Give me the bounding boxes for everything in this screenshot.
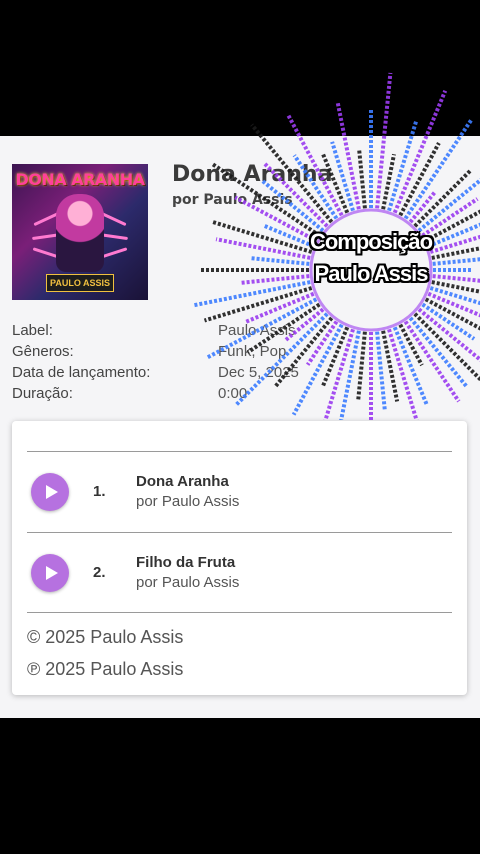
- divider: [27, 451, 452, 452]
- meta-value: 0:00: [218, 385, 248, 402]
- divider: [27, 532, 452, 533]
- album-metadata: Label: Paulo Assis Gêneros: Funk, Pop Da…: [12, 322, 312, 406]
- track-number: 1.: [93, 483, 106, 500]
- meta-row-duration: Duração: 0:00: [12, 385, 312, 406]
- cover-figure: [56, 194, 104, 272]
- meta-value: Dec 5, 2025: [218, 364, 299, 381]
- track-number: 2.: [93, 564, 106, 581]
- copyright-text: © 2025 Paulo Assis: [27, 627, 184, 647]
- meta-key: Data de lançamento:: [12, 364, 151, 381]
- cover-artist: PAULO ASSIS: [46, 274, 114, 292]
- cover-title: DONA ARANHA: [15, 170, 145, 189]
- meta-key: Label:: [12, 322, 53, 339]
- album-cover[interactable]: DONA ARANHA PAULO ASSIS: [12, 164, 148, 300]
- divider: [27, 612, 452, 613]
- caption-line: Paulo Assis: [314, 261, 429, 286]
- meta-value: Funk, Pop: [218, 343, 287, 360]
- track-artist: por Paulo Assis: [136, 493, 240, 510]
- track-title[interactable]: Dona Aranha: [136, 473, 229, 490]
- track-title[interactable]: Filho da Fruta: [136, 554, 235, 571]
- track-row[interactable]: 2. Filho da Fruta por Paulo Assis: [27, 542, 452, 602]
- track-artist: por Paulo Assis: [136, 574, 240, 591]
- meta-key: Duração:: [12, 385, 73, 402]
- meta-row-label: Label: Paulo Assis: [12, 322, 312, 343]
- phonogram-copyright-text: ℗ 2025 Paulo Assis: [27, 659, 184, 679]
- composition-caption: Composição Paulo Assis: [306, 226, 436, 290]
- play-button[interactable]: [31, 473, 69, 511]
- album-page: DONA ARANHA PAULO ASSIS Dona Aranha por …: [0, 136, 480, 718]
- meta-row-release-date: Data de lançamento: Dec 5, 2025: [12, 364, 312, 385]
- album-artist[interactable]: por Paulo Assis: [172, 192, 293, 208]
- tracklist-card: 1. Dona Aranha por Paulo Assis 2. Filho …: [12, 421, 467, 695]
- meta-key: Gêneros:: [12, 343, 74, 360]
- caption-line: Composição: [309, 229, 433, 254]
- meta-value: Paulo Assis: [218, 322, 296, 339]
- album-title: Dona Aranha: [172, 162, 333, 187]
- meta-row-genres: Gêneros: Funk, Pop: [12, 343, 312, 364]
- track-row[interactable]: 1. Dona Aranha por Paulo Assis: [27, 461, 452, 521]
- play-button[interactable]: [31, 554, 69, 592]
